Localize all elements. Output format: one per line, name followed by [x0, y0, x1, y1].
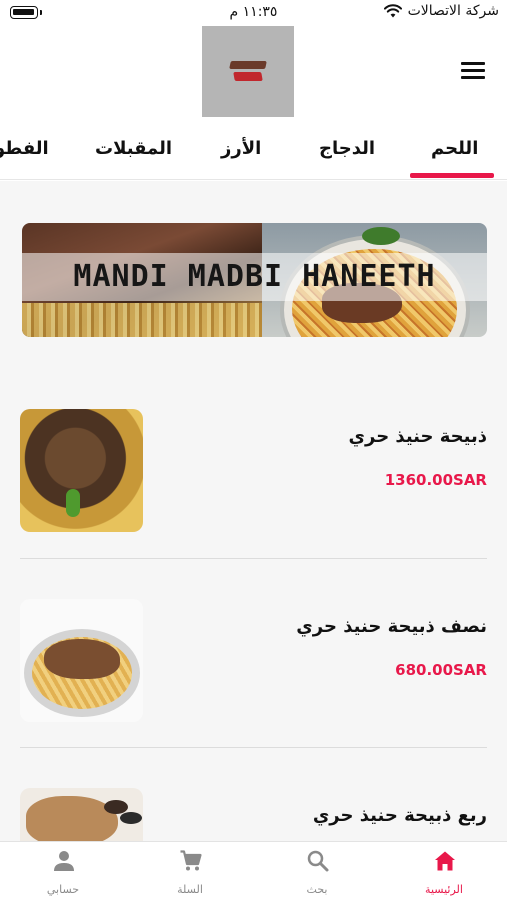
product-image[interactable] [20, 599, 143, 722]
nav-search[interactable]: بحث [254, 842, 380, 900]
nav-cart-label: السلة [177, 883, 203, 896]
active-tab-indicator [410, 173, 494, 178]
banner-title: MANDI MADBI HANEETH [73, 259, 436, 294]
tab-rice[interactable]: الأرز [221, 138, 261, 159]
nav-home[interactable]: الرئيسية [381, 842, 507, 900]
product-garnish [66, 489, 80, 517]
banner-herb [362, 227, 400, 245]
home-icon [435, 851, 455, 871]
menu-line [461, 76, 485, 79]
divider [20, 747, 487, 748]
product-sauce-bowl [120, 812, 142, 824]
product-name: نصف ذبيحة حنيذ حري [296, 616, 487, 637]
product-name: ذبيحة حنيذ حري [348, 426, 488, 447]
nav-home-label: الرئيسية [425, 883, 463, 896]
person-icon [54, 851, 74, 871]
tab-meat[interactable]: اللحم [431, 138, 478, 159]
logo-stroke-bottom [233, 71, 263, 81]
nav-account[interactable]: حسابي [0, 842, 126, 900]
product-image[interactable] [20, 788, 143, 841]
bottom-navigation: الرئيسية بحث السلة حسابي [0, 841, 507, 900]
menu-line [461, 69, 485, 72]
tab-breakfast[interactable]: الفطو [0, 138, 49, 159]
product-price: 1360.00SAR [384, 471, 487, 489]
product-image[interactable] [20, 409, 143, 532]
hamburger-menu-icon[interactable] [461, 62, 485, 80]
product-item[interactable]: نصف ذبيحة حنيذ حري 680.00SAR [20, 599, 487, 749]
restaurant-logo [202, 26, 294, 117]
product-item[interactable]: ربع ذبيحة حنيذ حري [20, 788, 487, 841]
search-icon [307, 850, 329, 872]
nav-account-label: حسابي [46, 883, 80, 896]
logo-stroke-top [229, 60, 267, 69]
wifi-icon [383, 4, 402, 18]
menu-line [461, 62, 485, 65]
product-meat [44, 639, 120, 679]
product-meat [26, 796, 118, 841]
app-header [0, 26, 507, 120]
category-tabs: اللحم الدجاج الأرز المقبلات الفطو [0, 128, 507, 180]
tab-chicken[interactable]: الدجاج [319, 138, 375, 159]
carrier-name: شركة الاتصالات [407, 3, 499, 19]
product-name: ربع ذبيحة حنيذ حري [312, 805, 487, 826]
product-price: 680.00SAR [395, 661, 487, 679]
status-bar: ١١:٣٥ م شركة الاتصالات [0, 0, 507, 26]
nav-cart[interactable]: السلة [127, 842, 253, 900]
main-content[interactable]: MANDI MADBI HANEETH ذبيحة حنيذ حري 1360.… [0, 181, 507, 841]
divider [20, 558, 487, 559]
logo-mark [229, 59, 267, 85]
nav-search-label: بحث [306, 883, 328, 896]
status-carrier-group: شركة الاتصالات [383, 3, 499, 19]
tab-appetizers[interactable]: المقبلات [95, 138, 172, 159]
cart-icon [180, 850, 202, 871]
promo-banner[interactable]: MANDI MADBI HANEETH [22, 223, 487, 337]
product-item[interactable]: ذبيحة حنيذ حري 1360.00SAR [20, 409, 487, 559]
banner-rice [22, 303, 262, 337]
